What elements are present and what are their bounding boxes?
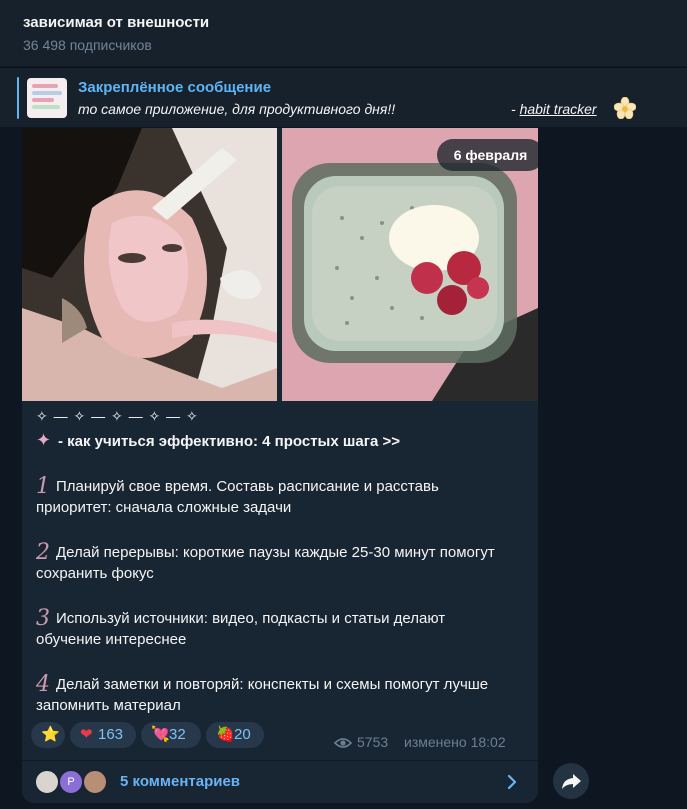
post-heading-row: ✦ - как учиться эффективно: 4 простых шаг… [36, 430, 531, 452]
flower-icon [614, 97, 636, 119]
comments-bar[interactable]: P 5 комментариев [22, 760, 538, 803]
step-2-text: Делай перерывы: короткие паузы каждые 25… [36, 544, 495, 582]
reaction-cupid-count: 32 [169, 726, 186, 743]
number-two-icon: 2 [36, 540, 50, 565]
step-4-text: Делай заметки и повторяй: конспекты и сх… [36, 676, 489, 714]
channel-header[interactable]: зависимая от внешности 36 498 подписчико… [0, 0, 687, 66]
star-icon: ⭐ [41, 726, 60, 743]
date-badge: 6 февраля [437, 139, 538, 171]
comments-label[interactable]: 5 комментариев [120, 773, 240, 790]
decorative-divider: ✧ — ✧ — ✧ — ✧ — ✧ [36, 408, 199, 424]
photo-face-mask[interactable] [22, 128, 277, 401]
step-2: 2 Делай перерывы: короткие паузы каждые 2… [36, 542, 506, 584]
pinned-text: то самое приложение, для продуктивного д… [78, 101, 396, 117]
reaction-strawberry[interactable]: 🍓20 [206, 722, 264, 748]
reaction-heart[interactable]: ❤ 163 [70, 722, 136, 748]
step-1-text: Планируй свое время. Составь расписание … [36, 478, 439, 516]
pinned-thumbnail [27, 78, 67, 118]
channel-title: зависимая от внешности [23, 14, 210, 31]
subscriber-count: 36 498 подписчиков [23, 37, 152, 53]
reaction-cupid-heart[interactable]: 💘32 [141, 722, 201, 748]
pinned-link-wrap: - habit tracker [511, 101, 597, 117]
post-heading: - как учиться эффективно: 4 простых шага… [58, 433, 400, 450]
chevron-right-icon[interactable] [505, 772, 519, 792]
reaction-heart-count: 163 [98, 726, 124, 743]
step-3: 3 Используй источники: видео, подкасты и … [36, 608, 506, 650]
edited-time: изменено 18:02 [404, 734, 506, 750]
channel-post[interactable]: 6 февраля ✧ — ✧ — ✧ — ✧ — ✧ ✦ - как учить… [22, 128, 538, 803]
sparkle-icon: ✦ [36, 430, 52, 450]
heart-icon: ❤ [80, 726, 93, 743]
avatar-letter: P [58, 769, 84, 795]
view-count: 5753 [357, 734, 389, 750]
number-one-icon: 1 [36, 474, 50, 499]
pinned-message[interactable]: Закреплённое сообщение то самое приложен… [0, 67, 687, 127]
cupid-heart-icon: 💘 [151, 726, 170, 743]
step-1: 1 Планируй свое время. Составь расписание… [36, 476, 506, 518]
step-3-text: Используй источники: видео, подкасты и с… [36, 610, 446, 648]
eye-icon [334, 738, 352, 748]
share-arrow-icon [562, 774, 581, 789]
pinned-link-prefix: - [511, 101, 520, 117]
habit-tracker-link[interactable]: habit tracker [520, 101, 597, 117]
avatar [34, 769, 60, 795]
avatar [82, 769, 108, 795]
share-button[interactable] [553, 763, 589, 799]
pinned-title: Закреплённое сообщение [78, 79, 272, 96]
reaction-star[interactable]: ⭐ [31, 722, 65, 748]
number-three-icon: 3 [36, 606, 50, 631]
step-4: 4 Делай заметки и повторяй: конспекты и с… [36, 674, 506, 716]
number-four-icon: 4 [36, 672, 50, 697]
face-mask-image [22, 128, 277, 401]
pinned-indicator [17, 77, 19, 119]
reaction-strawberry-count: 20 [234, 726, 251, 743]
strawberry-icon: 🍓 [216, 726, 235, 743]
